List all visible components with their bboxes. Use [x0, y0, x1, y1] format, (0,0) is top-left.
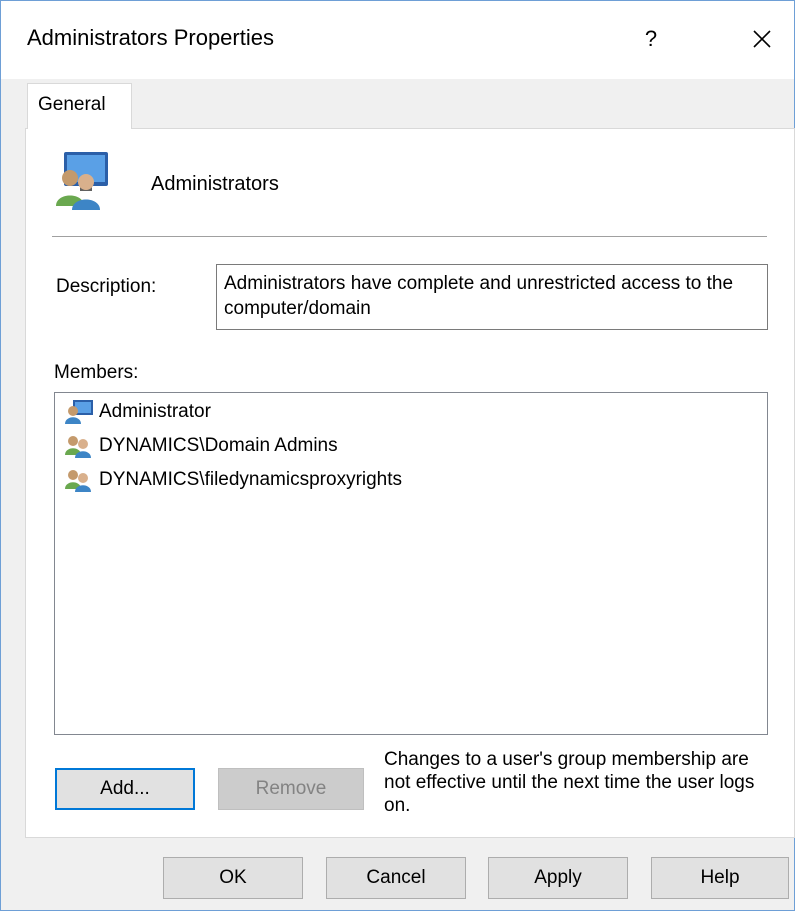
group-icon [65, 436, 91, 458]
window-title: Administrators Properties [27, 25, 274, 50]
divider [52, 236, 767, 237]
title-bar: Administrators Properties ? [1, 1, 794, 79]
help-button[interactable]: Help [651, 857, 789, 899]
members-label: Members: [54, 362, 139, 383]
close-icon [753, 30, 771, 48]
help-title-button[interactable]: ? [631, 17, 671, 61]
close-button[interactable] [737, 17, 787, 61]
members-list[interactable]: Administrator DYNAMICS\Domain Admins DYN… [54, 392, 768, 735]
list-item[interactable]: Administrator [63, 397, 211, 427]
description-field[interactable]: Administrators have complete and unrestr… [216, 264, 768, 330]
member-name: DYNAMICS\filedynamicsproxyrights [99, 469, 403, 490]
user-icon [65, 400, 93, 424]
group-icon [65, 470, 91, 492]
tab-general[interactable]: General [27, 83, 132, 129]
remove-button[interactable]: Remove [218, 768, 364, 810]
member-name: DYNAMICS\Domain Admins [99, 435, 338, 456]
ok-button[interactable]: OK [163, 857, 303, 899]
membership-note: Changes to a user's group membership are… [384, 749, 755, 816]
list-item[interactable]: DYNAMICS\filedynamicsproxyrights [63, 465, 402, 495]
list-item[interactable]: DYNAMICS\Domain Admins [63, 431, 338, 461]
member-name: Administrator [99, 401, 211, 422]
apply-button[interactable]: Apply [488, 857, 628, 899]
group-name: Administrators [151, 173, 279, 195]
group-computer-icon [56, 152, 108, 210]
cancel-button[interactable]: Cancel [326, 857, 466, 899]
add-button[interactable]: Add... [55, 768, 195, 810]
description-label: Description: [56, 276, 157, 297]
